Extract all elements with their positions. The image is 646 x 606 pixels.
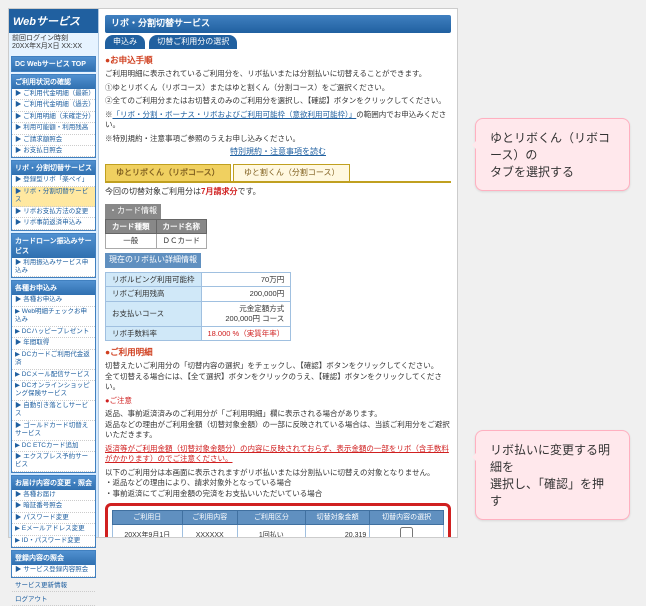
nav-group-ref: 登録内容の照会 ▶ サービス登録内容照会: [11, 550, 96, 577]
section-apply-steps: ●お申込手順: [105, 55, 451, 66]
card-info-head: ・カード情報: [105, 204, 161, 218]
usage-table-box: ご利用日ご利用内容ご利用区分切替対象金額切替内容の選択 20XX年9月1日XXX…: [105, 503, 451, 537]
app-window: Webサービス 前回ログイン時刻20XX年X月X日 XX:XX DC Webサー…: [8, 8, 458, 538]
course-tabs: ゆとリボくん（リボコース） ゆと割くん（分割コース）: [105, 164, 451, 181]
sidebar-item[interactable]: ▶ ご請求額照会: [12, 135, 95, 146]
sidebar-item[interactable]: ▶ リボお支払方法の変更: [12, 207, 95, 218]
callout-select-rows: リボ払いに変更する明細を 選択し、「確認」を押す: [475, 430, 630, 520]
page-title: リボ・分割切替サービス: [105, 15, 451, 33]
usage-table: ご利用日ご利用内容ご利用区分切替対象金額切替内容の選択 20XX年9月1日XXX…: [112, 510, 444, 537]
sidebar: Webサービス 前回ログイン時刻20XX年X月X日 XX:XX DC Webサー…: [9, 9, 99, 537]
nav-group-revo: リボ・分割切替サービス ▶ 登録型リボ「楽ペイ」▶ リボ・分割切替サービス▶ リ…: [11, 160, 96, 230]
sidebar-item[interactable]: ▶ DC ETCカード追加: [12, 441, 95, 452]
callout-select-tab: ゆとリボくん（リボコース）の タブを選択する: [475, 118, 630, 191]
sidebar-item[interactable]: ▶ 利用可能額・利用残高: [12, 123, 95, 134]
nav-group-usage: ご利用状況の確認 ▶ ご利用代金明細（最新）▶ ご利用代金明細（過去）▶ ご利用…: [11, 74, 96, 159]
text-intro: ご利用明細に表示されているご利用分を、リボ払いまたは分割払いに切替えることができ…: [105, 69, 451, 80]
revo-detail-table: リボルビング利用可能枠70万円 リボご利用残高200,000円 お支払いコース元…: [105, 272, 291, 342]
login-info: 前回ログイン時刻20XX年X月X日 XX:XX: [9, 33, 98, 54]
subtab-select[interactable]: 切替ご利用分の選択: [149, 35, 237, 49]
sidebar-item[interactable]: ▶ DCカードご利用代金返済: [12, 350, 95, 370]
nav-group-apply: 各種お申込み ▶ 各種お申込み▶ Web明細チェックお申込み▶ DCハッピープレ…: [11, 280, 96, 472]
sidebar-item[interactable]: ▶ ID・パスワード変更: [12, 536, 95, 547]
caution-excluded: 以下のご利用分は本画面に表示されますがリボ払いまたは分割払いに切替えの対象となり…: [105, 468, 451, 500]
caution-red: 返済等がご利用金額（切替対象金額分）の内容に反映されておらず、表示金額の一部をリ…: [105, 444, 451, 465]
nav-group-loan: カードローン振込みサービス ▶ 利用振込みサービス申込み: [11, 233, 96, 279]
sidebar-item[interactable]: ▶ 暗証番号照会: [12, 501, 95, 512]
sidebar-item[interactable]: ▶ エクスプレス予約サービス: [12, 452, 95, 472]
sidebar-item[interactable]: ▶ ご利用代金明細（過去）: [12, 100, 95, 111]
subtab-apply[interactable]: 申込み: [105, 35, 145, 49]
text-target-month: 今回の切替対象ご利用分は7月請求分です。: [105, 187, 451, 197]
tab-revo-course[interactable]: ゆとリボくん（リボコース）: [105, 164, 231, 181]
rules-link[interactable]: 特別規約・注意事項を読む: [230, 147, 326, 156]
nav-group-change: お届け内容の変更・照会 ▶ 各種お届け▶ 暗証番号照会▶ パスワード変更▶ Eメ…: [11, 475, 96, 548]
sidebar-item[interactable]: ▶ リボ事前返済申込み: [12, 218, 95, 229]
sidebar-item[interactable]: ▶ リボ・分割切替サービス: [12, 187, 95, 207]
sidebar-item[interactable]: ▶ 利用振込みサービス申込み: [12, 258, 95, 278]
sidebar-item[interactable]: ▶ パスワード変更: [12, 513, 95, 524]
sidebar-item[interactable]: ▶ 自動引き落としサービス: [12, 401, 95, 421]
table-row: 20XX年9月1日XXXXXX1回払い20,319: [113, 525, 444, 537]
sidebar-item[interactable]: ▶ サービス登録内容照会: [12, 565, 95, 576]
sub-tab-row: 申込み 切替ご利用分の選択: [105, 35, 451, 49]
text-step1: ①ゆとリボくん（リボコース）またはゆと割くん（分割コース）をご選択ください。: [105, 83, 451, 94]
section-usage: ●ご利用明細: [105, 347, 451, 358]
sidebar-item[interactable]: ▶ ご利用明細（未確定分）: [12, 112, 95, 123]
nav-logout[interactable]: ログアウト: [12, 595, 95, 606]
nav-top[interactable]: DC Webサービス TOP: [11, 56, 96, 72]
sidebar-item[interactable]: ▶ ご利用代金明細（最新）: [12, 89, 95, 100]
card-info-table: カード種類カード名称 一般ＤＣカード: [105, 219, 207, 250]
sidebar-item[interactable]: ▶ ゴールドカード切替えサービス: [12, 421, 95, 441]
sidebar-item[interactable]: ▶ 登録型リボ「楽ペイ」: [12, 175, 95, 186]
sidebar-item[interactable]: ▶ Web明細チェックお申込み: [12, 307, 95, 327]
revo-detail-head: 現在のリボ払い詳細情報: [105, 253, 201, 267]
sidebar-item[interactable]: ▶ DCオンラインショッピング保険サービス: [12, 381, 95, 401]
main-content: リボ・分割切替サービス 申込み 切替ご利用分の選択 ●お申込手順 ご利用明細に表…: [99, 9, 457, 537]
logo: Webサービス: [9, 9, 98, 33]
sidebar-item[interactable]: ▶ 各種お届け: [12, 490, 95, 501]
text-note: ※特別規約・注意事項ご参照のうえお申し込みください。: [105, 134, 451, 145]
text-step2: ②全てのご利用分またはお切替えのみのご利用分を選択し、【確認】ボタンをクリックし…: [105, 96, 451, 107]
caution-title: ●ご注意: [105, 396, 451, 407]
tab-split-course[interactable]: ゆと割くん（分割コース）: [233, 164, 351, 181]
limit-link[interactable]: 「リボ・分割・ボーナス・リボおよびご利用可能枠（意欲利用可能枠）」: [113, 110, 357, 119]
caution-body: 返品、事前返済済みのご利用分が「ご利用明細」欄に表示される場合があります。 返品…: [105, 409, 451, 441]
nav-service-info[interactable]: サービス更新情報: [12, 581, 95, 592]
sidebar-item[interactable]: ▶ Eメールアドレス変更: [12, 524, 95, 535]
sidebar-item[interactable]: ▶ DCメール配信サービス: [12, 370, 95, 381]
sidebar-item[interactable]: ▶ 各種お申込み: [12, 295, 95, 306]
row-checkbox[interactable]: [400, 527, 413, 537]
text-limit: ※「リボ・分割・ボーナス・リボおよびご利用可能枠（意欲利用可能枠）」の範囲内でお…: [105, 110, 451, 131]
sidebar-item[interactable]: ▶ お支払日照会: [12, 146, 95, 157]
sidebar-item[interactable]: ▶ 年間取得: [12, 338, 95, 349]
sidebar-item[interactable]: ▶ DCハッピープレゼント: [12, 327, 95, 338]
text-usage-guide: 切替えたいご利用分の「切替内容の選択」をチェックし、【確認】ボタンをクリックして…: [105, 361, 451, 393]
